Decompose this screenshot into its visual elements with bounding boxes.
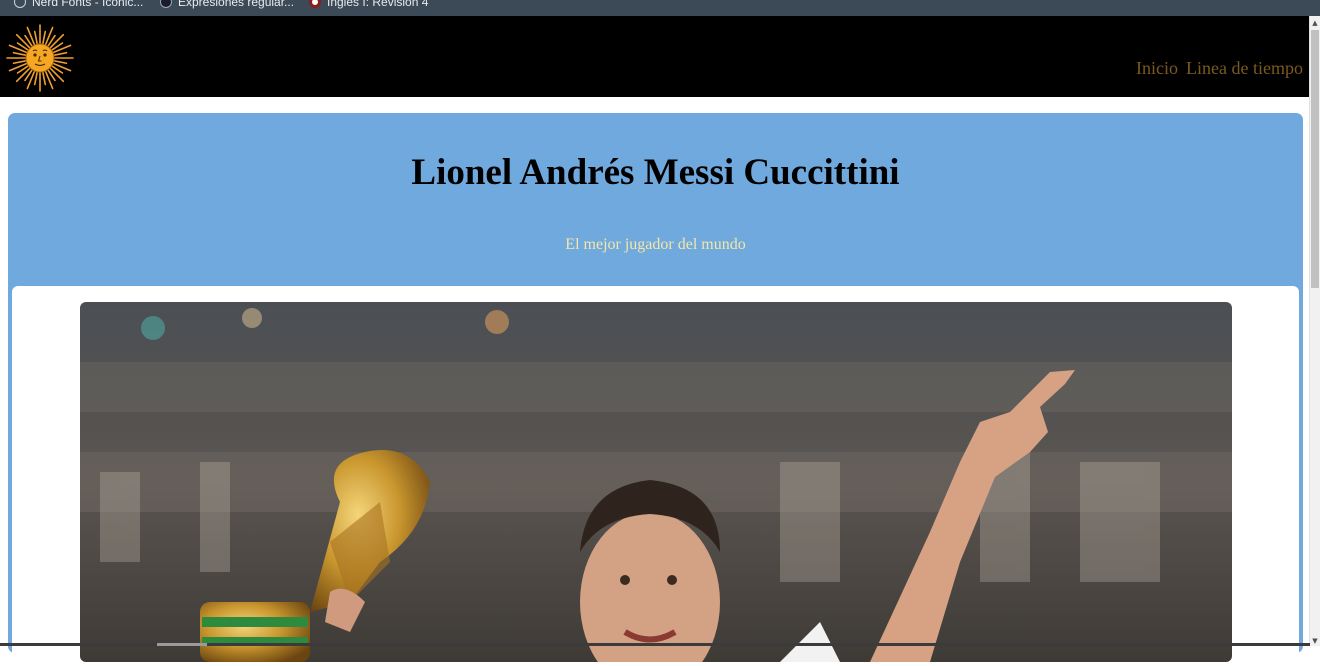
messi-trophy-photo — [80, 302, 1232, 662]
bookmark-label: Expresiones regular... — [178, 0, 295, 9]
course-icon — [309, 0, 321, 8]
scroll-down-icon[interactable]: ▼ — [1310, 636, 1320, 646]
bookmark-label: Inglés I: Revisión 4 — [327, 0, 429, 9]
hero-section: Lionel Andrés Messi Cuccittini El mejor … — [8, 113, 1303, 666]
bookmarks-bar: Nerd Fonts - Iconic... Expresiones regul… — [0, 0, 1320, 16]
content-card — [12, 286, 1299, 666]
regex-site-icon — [160, 0, 172, 8]
vertical-scrollbar[interactable]: ▲ ▼ — [1309, 16, 1320, 646]
scrollbar-thumb[interactable] — [1311, 30, 1319, 288]
circle-icon — [14, 0, 26, 8]
scroll-up-icon[interactable]: ▲ — [1310, 18, 1320, 28]
bookmark-label: Nerd Fonts - Iconic... — [32, 0, 144, 9]
bookmark-nerd-fonts[interactable]: Nerd Fonts - Iconic... — [14, 0, 143, 10]
nav-link-linea-de-tiempo[interactable]: Linea de tiempo — [1186, 58, 1303, 79]
main-nav: Inicio Linea de tiempo — [1136, 58, 1303, 79]
bookmark-ingles[interactable]: Inglés I: Revisión 4 — [309, 0, 428, 10]
nav-link-inicio[interactable]: Inicio — [1136, 58, 1178, 79]
page-subtitle: El mejor jugador del mundo — [565, 236, 746, 253]
page-title: Lionel Andrés Messi Cuccittini — [411, 152, 900, 193]
site-header: Inicio Linea de tiempo — [0, 16, 1310, 97]
bookmark-expresiones[interactable]: Expresiones regular... — [160, 0, 294, 10]
sun-of-may-icon[interactable] — [5, 23, 75, 93]
